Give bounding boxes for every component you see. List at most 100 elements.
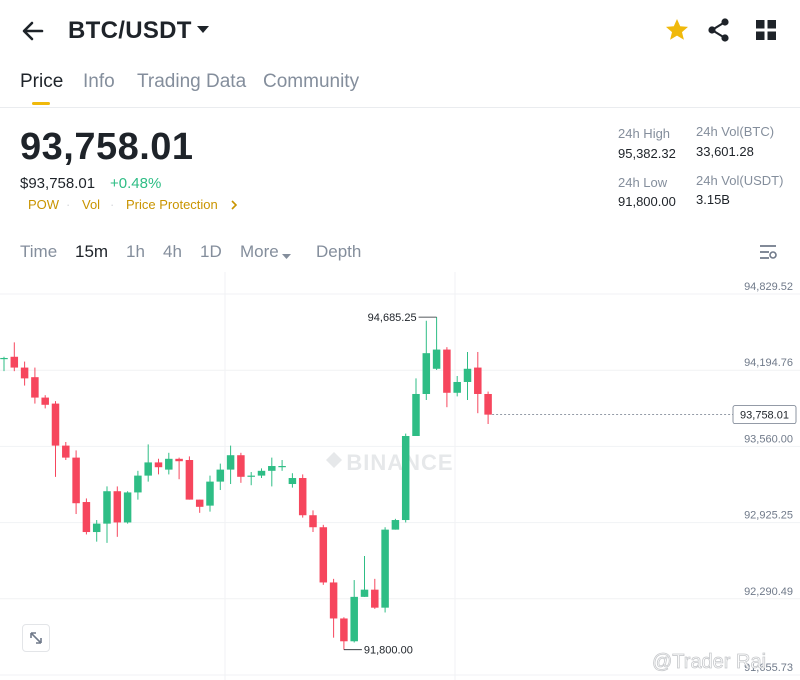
stat-vol-btc-label: 24h Vol(BTC) [696, 124, 775, 139]
tag-price-protection[interactable]: Price Protection [126, 197, 218, 212]
y-tick-label: 94,194.76 [744, 357, 793, 369]
tag-separator: · [110, 197, 115, 212]
candle-body-up [0, 357, 8, 360]
candle-body-up [123, 492, 132, 523]
tab-info[interactable]: Info [83, 71, 115, 93]
grid-icon[interactable] [754, 18, 780, 44]
candle-body-up [278, 466, 286, 468]
candle-body-up [412, 393, 420, 436]
y-tick-label: 92,925.25 [744, 510, 793, 522]
tag-vol[interactable]: Vol [82, 197, 100, 212]
chart-settings-icon[interactable] [758, 242, 778, 267]
stat-vol-btc-value: 33,601.28 [696, 144, 754, 159]
share-icon[interactable] [706, 17, 732, 43]
candle-body-up [288, 478, 297, 485]
candle-body-down [195, 499, 204, 507]
candle-body-down [31, 377, 39, 398]
candle-body-up [268, 466, 276, 471]
tf-15m[interactable]: 15m [75, 242, 108, 262]
candle-body-down [237, 455, 245, 477]
tab-price[interactable]: Price [20, 71, 63, 93]
candle-body-down [113, 491, 122, 523]
candle-body-down [41, 397, 49, 405]
tag-pow[interactable]: POW [28, 197, 59, 212]
candle-body-down [474, 367, 482, 394]
tf-time[interactable]: Time [20, 242, 57, 262]
candle-body-up [257, 470, 266, 476]
price-change: +0.48% [110, 175, 162, 192]
credit-text: @Trader Rai [652, 651, 766, 673]
tf-depth[interactable]: Depth [316, 242, 361, 262]
candle-body-up [381, 529, 389, 608]
stat-low-label: 24h Low [618, 175, 668, 190]
candle-body-down [20, 367, 29, 379]
candle-body-up [350, 596, 358, 642]
candle-body-down [10, 356, 19, 368]
timeframe-bar: Time 15m 1h 4h 1D More Depth [0, 238, 800, 270]
top-bar: BTC/USDT [0, 0, 800, 62]
candle-body-down [309, 515, 317, 528]
y-tick-label: 92,290.49 [744, 586, 793, 598]
stat-low-value: 91,800.00 [618, 194, 676, 209]
candle-body-down [185, 460, 194, 500]
tf-4h[interactable]: 4h [163, 242, 182, 262]
last-price: 93,758.01 [20, 126, 194, 168]
current-price-label: 93,758.01 [740, 410, 789, 422]
candle-body-up [165, 458, 173, 470]
caret-down-icon[interactable] [281, 247, 292, 267]
candle-body-down [484, 393, 492, 415]
candle-body-down [51, 403, 60, 446]
candle-body-down [175, 458, 183, 462]
tf-1d[interactable]: 1D [200, 242, 222, 262]
candle-body-up [422, 353, 431, 394]
candle-body-down [329, 582, 338, 619]
candle-body-down [371, 589, 379, 608]
back-arrow-icon[interactable] [18, 16, 48, 46]
candle-body-down [154, 462, 163, 468]
usd-price: $93,758.01 [20, 175, 96, 192]
expand-icon[interactable] [22, 624, 50, 652]
candle-body-up [206, 481, 214, 506]
tf-more[interactable]: More [240, 242, 279, 262]
candle-body-up [103, 491, 111, 524]
candle-body-up [216, 469, 225, 482]
stat-vol-usdt-label: 24h Vol(USDT) [696, 173, 784, 188]
candle-body-down [319, 527, 328, 583]
candle-body-up [247, 475, 255, 477]
candle-body-down [82, 502, 91, 533]
section-tabs: Price Info Trading Data Community [0, 62, 800, 108]
chevron-right-icon[interactable] [230, 197, 238, 214]
binance-logo-icon [326, 452, 342, 468]
star-icon[interactable] [664, 17, 690, 43]
candle-body-down [72, 457, 80, 504]
caret-down-icon[interactable] [195, 22, 211, 38]
candle-body-up [453, 381, 461, 393]
candle-body-up [144, 462, 152, 476]
stat-high-value: 95,382.32 [618, 146, 676, 161]
candle-body-down [298, 478, 307, 516]
tab-community[interactable]: Community [263, 71, 359, 93]
active-tab-indicator [32, 102, 50, 105]
stat-high-label: 24h High [618, 126, 671, 141]
tab-trading-data[interactable]: Trading Data [137, 71, 246, 93]
y-tick-label: 94,829.52 [744, 281, 793, 293]
low-price-label: 91,800.00 [364, 645, 413, 657]
y-tick-label: 93,560.00 [744, 433, 793, 445]
pair-title[interactable]: BTC/USDT [68, 17, 192, 45]
candle-body-up [92, 523, 101, 533]
tag-separator: · [66, 197, 71, 212]
tf-1h[interactable]: 1h [126, 242, 145, 262]
candle-body-up [226, 455, 235, 470]
candle-body-down [443, 349, 451, 393]
high-price-label: 94,685.25 [368, 312, 417, 324]
candle-body-down [62, 445, 70, 458]
candle-body-up [401, 435, 410, 521]
watermark-text: BINANCE [346, 450, 453, 475]
stat-vol-usdt-value: 3.15B [696, 192, 730, 207]
candle-body-up [391, 520, 400, 530]
candle-body-down [340, 618, 348, 642]
candlestick-chart[interactable]: 94,829.52 94,194.76 93,560.00 92,925.25 92,2… [0, 272, 800, 680]
candle-body-up [463, 368, 472, 382]
candle-body-up [134, 475, 142, 493]
candle-body-up [432, 349, 441, 369]
